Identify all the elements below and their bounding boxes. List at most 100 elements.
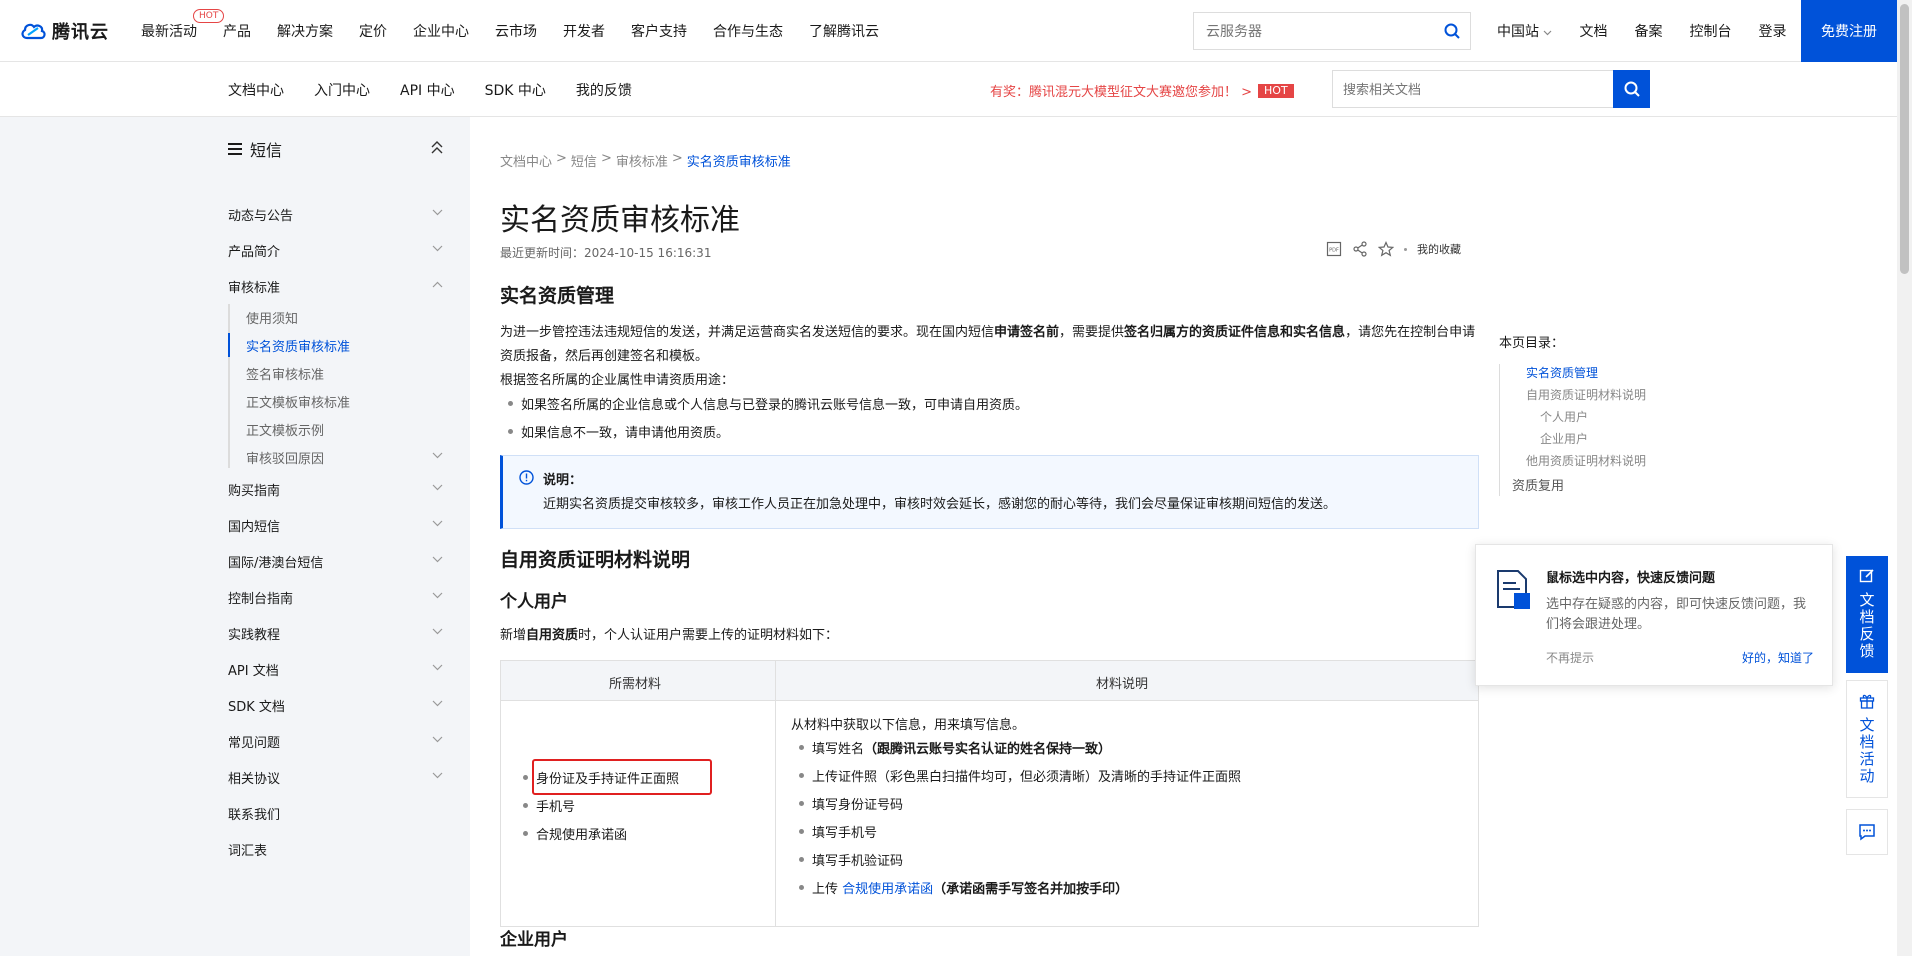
- sidebar-subitem-signature-standard[interactable]: 签名审核标准: [246, 361, 443, 385]
- submenu-active-indicator: [228, 333, 230, 357]
- subnav-sdk-center[interactable]: SDK 中心: [485, 80, 546, 100]
- sidebar-subitem-template-standard[interactable]: 正文模板审核标准: [246, 389, 443, 413]
- nav-developer[interactable]: 开发者: [563, 21, 605, 41]
- breadcrumb-separator: >: [600, 151, 612, 166]
- docs-link[interactable]: 文档: [1579, 21, 1607, 41]
- page-title: 实名资质审核标准: [500, 203, 740, 238]
- toc-item-reuse[interactable]: 资质复用: [1512, 475, 1564, 494]
- personal-intro-text: 新增: [500, 628, 527, 643]
- toc-title: 本页目录：: [1499, 336, 1565, 351]
- toc-item-enterprise-user[interactable]: 企业用户: [1540, 430, 1588, 447]
- sidebar-item-glossary[interactable]: 词汇表: [228, 837, 443, 861]
- sidebar-subitem-template-examples[interactable]: 正文模板示例: [246, 417, 443, 441]
- personal-intro: 新增自用资质时，个人认证用户需要上传的证明材料如下：: [500, 624, 1480, 648]
- list-item: 如果信息不一致，请申请他用资质。: [508, 422, 729, 441]
- scrollbar-thumb[interactable]: [1900, 4, 1909, 274]
- sidebar-item-announcements[interactable]: 动态与公告: [228, 202, 443, 226]
- doc-search-input[interactable]: [1333, 71, 1614, 107]
- sidebar-subitem-rejection-reasons[interactable]: 审核驳回原因: [246, 445, 443, 469]
- popup-ok-button[interactable]: 好的，知道了: [1742, 649, 1814, 666]
- personal-intro-text: 时，个人认证用户需要上传的证明材料如下：: [578, 628, 839, 643]
- promo-banner[interactable]: 有奖：腾讯混元大模型征文大赛邀您参加！ > HOT: [990, 81, 1294, 100]
- breadcrumb: 文档中心 > 短信 > 审核标准 > 实名资质审核标准: [500, 151, 791, 170]
- nav-products[interactable]: 产品 HOT: [193, 9, 251, 41]
- sidebar-subitem-realname-standard[interactable]: 实名资质审核标准: [246, 333, 443, 357]
- sidebar-item-agreements[interactable]: 相关协议: [228, 765, 443, 789]
- nav-marketplace[interactable]: 云市场: [495, 21, 537, 41]
- doc-search-button[interactable]: [1613, 70, 1650, 108]
- subnav-my-feedback[interactable]: 我的反馈: [576, 80, 632, 100]
- table-divider: [775, 661, 776, 926]
- subnav-api-center[interactable]: API 中心: [400, 80, 455, 100]
- collapse-sidebar-icon[interactable]: [431, 141, 443, 155]
- bullet-dot: [799, 773, 804, 778]
- sidebar-item-label: 实践教程: [228, 627, 281, 643]
- bullet-dot: [799, 885, 804, 890]
- nav-pricing[interactable]: 定价: [359, 21, 387, 41]
- sidebar-item-tutorials[interactable]: 实践教程: [228, 621, 443, 645]
- chevron-down-icon: [432, 484, 443, 491]
- bullet-dot: [508, 429, 513, 434]
- bullet-dot: [799, 829, 804, 834]
- commitment-letter-link[interactable]: 合规使用承诺函: [842, 878, 933, 897]
- toc-item-personal-user[interactable]: 个人用户: [1540, 408, 1588, 425]
- nav-latest-activity[interactable]: 最新活动: [141, 21, 197, 41]
- nav-enterprise[interactable]: 企业中心: [413, 21, 469, 41]
- my-favorites-link[interactable]: 我的收藏: [1417, 241, 1461, 257]
- subnav-getting-started[interactable]: 入门中心: [314, 80, 370, 100]
- sidebar-subitem-usage-notes[interactable]: 使用须知: [246, 305, 443, 329]
- toc-item-self-use[interactable]: 自用资质证明材料说明: [1526, 386, 1646, 403]
- breadcrumb-doc-center[interactable]: 文档中心: [500, 151, 552, 170]
- chevron-down-icon: [432, 592, 443, 599]
- popup-dont-show-button[interactable]: 不再提示: [1546, 649, 1594, 666]
- register-button[interactable]: 免费注册: [1801, 0, 1897, 62]
- sidebar-item-intro[interactable]: 产品简介: [228, 238, 443, 262]
- top-links: 中国站 文档 备案 控制台 登录: [1497, 0, 1813, 62]
- doc-activity-tab[interactable]: 文档活动: [1846, 680, 1888, 798]
- nav-support[interactable]: 客户支持: [631, 21, 687, 41]
- site-selector[interactable]: 中国站: [1497, 21, 1552, 41]
- star-icon[interactable]: [1378, 241, 1394, 257]
- doc-feedback-tab[interactable]: 文档反馈: [1846, 556, 1888, 673]
- info-icon: [519, 470, 534, 485]
- sidebar-item-label: 审核标准: [228, 280, 281, 296]
- sidebar-item-intl-sms[interactable]: 国际/港澳台短信: [228, 549, 443, 573]
- sidebar-item-label: 产品简介: [228, 244, 281, 260]
- main-nav: 最新活动 产品 HOT 解决方案 定价 企业中心 云市场 开发者 客户支持 合作与…: [141, 0, 905, 62]
- chat-tab[interactable]: [1846, 809, 1888, 855]
- submenu-line: [228, 304, 230, 468]
- sidebar-item-faq[interactable]: 常见问题: [228, 729, 443, 753]
- nav-solutions[interactable]: 解决方案: [277, 21, 333, 41]
- toc-item-realname-management[interactable]: 实名资质管理: [1526, 364, 1598, 381]
- nav-partners[interactable]: 合作与生态: [713, 21, 783, 41]
- nav-about[interactable]: 了解腾讯云: [809, 21, 879, 41]
- sidebar-item-console-guide[interactable]: 控制台指南: [228, 585, 443, 609]
- console-link[interactable]: 控制台: [1689, 21, 1731, 41]
- breadcrumb-review-standards[interactable]: 审核标准: [616, 151, 668, 170]
- search-icon[interactable]: [1434, 23, 1470, 39]
- bullet-dot: [523, 831, 528, 836]
- list-item-text: 如果信息不一致，请申请他用资质。: [521, 426, 730, 441]
- desc-intro: 从材料中获取以下信息，用来填写信息。: [791, 718, 1026, 733]
- sidebar-item-api-docs[interactable]: API 文档: [228, 657, 443, 681]
- sidebar-item-sdk-docs[interactable]: SDK 文档: [228, 693, 443, 717]
- pdf-icon[interactable]: PDF: [1326, 241, 1342, 257]
- tencent-cloud-logo[interactable]: 腾讯云: [20, 18, 109, 44]
- sidebar-item-review-standards[interactable]: 审核标准: [228, 274, 443, 298]
- table-header-description: 材料说明: [1096, 677, 1149, 692]
- beian-link[interactable]: 备案: [1634, 21, 1662, 41]
- login-link[interactable]: 登录: [1758, 21, 1786, 41]
- sidebar-item-domestic-sms[interactable]: 国内短信: [228, 513, 443, 537]
- hot-badge: HOT: [193, 9, 225, 23]
- sidebar-item-purchase[interactable]: 购买指南: [228, 477, 443, 501]
- share-icon[interactable]: [1352, 241, 1368, 257]
- sidebar-item-label: SDK 文档: [228, 699, 285, 715]
- toc-item-other-use[interactable]: 他用资质证明材料说明: [1526, 452, 1646, 469]
- sidebar-item-contact[interactable]: 联系我们: [228, 801, 443, 825]
- sidebar-title[interactable]: 短信: [228, 135, 443, 163]
- breadcrumb-sms[interactable]: 短信: [571, 151, 597, 170]
- subnav-doc-center[interactable]: 文档中心: [228, 80, 284, 100]
- top-search-input[interactable]: [1194, 23, 1434, 39]
- chevron-down-icon: [432, 520, 443, 527]
- page-scrollbar[interactable]: [1897, 0, 1912, 956]
